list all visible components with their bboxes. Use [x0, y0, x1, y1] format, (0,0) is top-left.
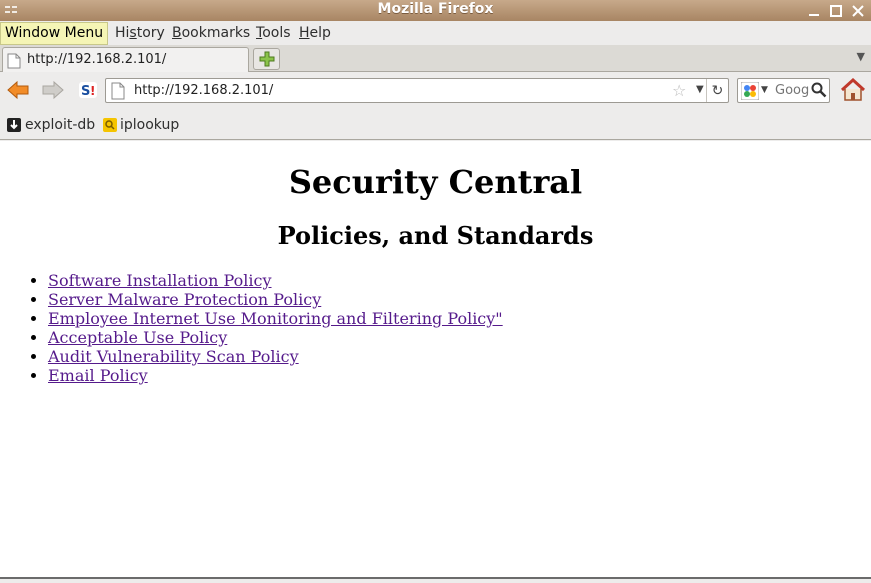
menu-tools[interactable]: Tools: [256, 25, 291, 41]
list-item: Audit Vulnerability Scan Policy: [48, 347, 503, 366]
stumble-addon-button[interactable]: S !: [75, 78, 101, 102]
forward-arrow-icon: [42, 80, 64, 100]
page-icon: [7, 53, 21, 69]
minimize-button[interactable]: [803, 1, 825, 20]
close-window-button[interactable]: [847, 1, 869, 20]
search-input[interactable]: [775, 82, 815, 99]
bookmark-label: exploit-db: [25, 116, 96, 133]
policy-link-email[interactable]: Email Policy: [48, 366, 148, 385]
bookmarks-toolbar: exploit-db iplookup: [0, 109, 871, 140]
policy-link-software-installation[interactable]: Software Installation Policy: [48, 271, 272, 290]
policy-list: Software Installation Policy Server Malw…: [48, 271, 503, 385]
policy-link-server-malware[interactable]: Server Malware Protection Policy: [48, 290, 321, 309]
menu-bar: w History Bookmarks Tools Help: [0, 21, 871, 45]
home-icon: [840, 78, 866, 101]
bookmark-star-icon[interactable]: ☆: [672, 81, 686, 100]
page-content: Security Central Policies, and Standards…: [0, 141, 871, 577]
page-heading: Security Central: [288, 163, 583, 201]
page-subheading: Policies, and Standards: [277, 221, 594, 250]
back-button[interactable]: [5, 78, 31, 102]
menu-help-post: elp: [309, 25, 331, 41]
tab-label: http://192.168.2.101/: [27, 52, 167, 67]
back-arrow-icon: [7, 80, 29, 100]
menu-bookmarks-accel: B: [172, 25, 182, 41]
minimize-icon: [809, 13, 819, 16]
tab-strip: http://192.168.2.101/ ▼: [0, 45, 871, 72]
addon-s-icon: S !: [79, 82, 97, 99]
list-item: Acceptable Use Policy: [48, 328, 503, 347]
menu-tools-post: ools: [262, 25, 291, 41]
new-tab-button[interactable]: [253, 48, 280, 70]
bookmark-label: iplookup: [120, 116, 180, 133]
url-input[interactable]: [134, 81, 664, 100]
list-item: Employee Internet Use Monitoring and Fil…: [48, 309, 503, 328]
home-button[interactable]: [839, 77, 867, 103]
policy-link-acceptable-use[interactable]: Acceptable Use Policy: [48, 328, 227, 347]
close-icon: [852, 4, 864, 17]
policy-link-audit-scan[interactable]: Audit Vulnerability Scan Policy: [48, 347, 299, 366]
svg-text:!: !: [90, 84, 95, 98]
list-item: Email Policy: [48, 366, 503, 385]
list-item: Server Malware Protection Policy: [48, 290, 503, 309]
tab-active[interactable]: http://192.168.2.101/: [2, 47, 249, 72]
menu-history[interactable]: History: [115, 25, 165, 41]
search-icon[interactable]: [811, 82, 827, 98]
menu-history-accel: s: [129, 25, 137, 41]
menu-help[interactable]: Help: [299, 25, 331, 41]
exploit-db-icon: [7, 117, 21, 132]
maximize-icon: [830, 4, 842, 17]
svg-text:S: S: [81, 84, 90, 99]
policy-link-internet-use[interactable]: Employee Internet Use Monitoring and Fil…: [48, 309, 503, 328]
window-titlebar: Mozilla Firefox: [0, 0, 871, 21]
bookmark-iplookup[interactable]: iplookup: [103, 115, 179, 134]
history-dropdown-icon[interactable]: ▼: [696, 84, 704, 95]
reload-button[interactable]: ↻: [706, 79, 728, 102]
window-title: Mozilla Firefox: [377, 1, 494, 17]
navigation-toolbar: S ! ☆ ▼ ↻ ▼: [0, 72, 871, 109]
maximize-button[interactable]: [825, 1, 847, 20]
engine-dropdown-icon[interactable]: ▼: [761, 85, 768, 95]
status-bar: [0, 577, 871, 583]
plus-icon: [259, 51, 274, 67]
site-identity-icon[interactable]: [110, 82, 126, 100]
menu-bookmarks-post: ookmarks: [181, 25, 251, 41]
iplookup-icon: [103, 117, 117, 132]
reload-icon: ↻: [711, 82, 724, 99]
url-bar[interactable]: ☆ ▼ ↻: [105, 78, 729, 103]
list-item: Software Installation Policy: [48, 271, 503, 290]
search-bar[interactable]: ▼: [737, 78, 830, 103]
menu-bookmarks[interactable]: Bookmarks: [172, 25, 250, 41]
tab-list-dropdown-icon[interactable]: ▼: [857, 50, 865, 63]
bookmark-exploit-db[interactable]: exploit-db: [6, 115, 95, 134]
menu-history-pre: Hi: [115, 25, 130, 41]
forward-button[interactable]: [40, 78, 66, 102]
window-menu-tooltip: Window Menu: [0, 22, 109, 45]
google-engine-icon[interactable]: [741, 82, 759, 100]
menu-history-post: tory: [136, 25, 165, 41]
menu-help-accel: H: [299, 25, 310, 41]
